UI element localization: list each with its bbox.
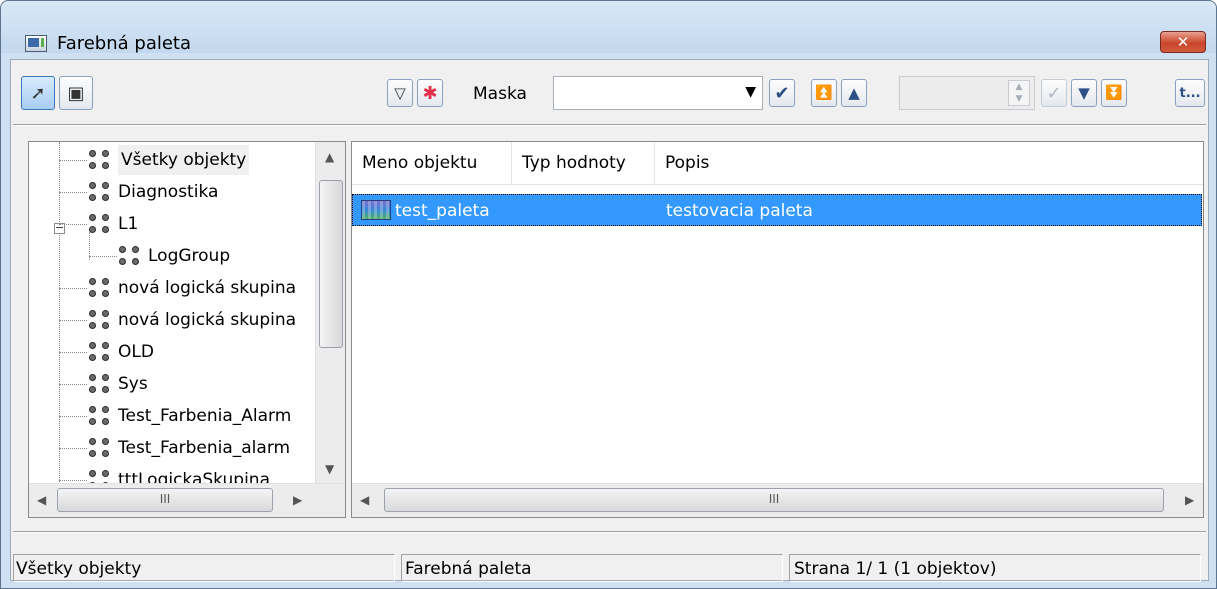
up-arrow-icon: ▲ — [848, 84, 860, 102]
tree-item-label: tttLogickaSkupina — [118, 470, 270, 484]
toolbar-divider — [13, 124, 1206, 126]
tree-item-label: Diagnostika — [118, 182, 219, 202]
tree-horizontal-scrollbar[interactable]: ◀ III ▶ — [29, 483, 345, 517]
group-tree[interactable]: − Všetky objekty Diagnostika L1 LogGroup… — [28, 141, 346, 518]
logic-group-icon — [87, 276, 113, 300]
logic-group-icon — [117, 244, 143, 268]
statusbar-divider — [13, 531, 1206, 533]
tree-item[interactable]: Všetky objekty — [59, 145, 250, 175]
scroll-up-icon[interactable]: ▲ — [325, 150, 334, 164]
scroll-thumb[interactable]: III — [384, 488, 1164, 512]
checkmark-icon: ✓ — [1046, 82, 1062, 104]
tree-item[interactable]: Test_Farbenia_alarm — [59, 433, 290, 463]
tree-item-label: Sys — [118, 374, 148, 394]
tree-item-label: nová logická skupina — [118, 278, 297, 298]
filter-button[interactable]: ▽ — [387, 79, 413, 107]
app-window: Farebná paleta ✕ ➚ ▣ ▽ ✱ Maska ▼ ✔ ⏫ ▲ ▲… — [0, 0, 1217, 589]
asterisk-icon: ✱ — [422, 82, 438, 104]
filter-icon: ▽ — [394, 84, 406, 102]
scroll-grip: III — [768, 492, 780, 506]
status-pane-page: Strana 1/ 1 (1 objektov) — [789, 554, 1201, 582]
logic-group-icon — [87, 340, 113, 364]
more-icon: t... — [1179, 85, 1201, 101]
palette-icon — [361, 200, 391, 220]
mask-label: Maska — [473, 84, 527, 104]
next-page-button[interactable]: ▼ — [1071, 79, 1097, 107]
tree-item[interactable]: Diagnostika — [59, 177, 218, 207]
confirm-mask-button[interactable]: ✔ — [769, 79, 795, 107]
column-header-name[interactable]: Meno objektu — [352, 142, 512, 185]
door-icon: ▣ — [67, 82, 85, 104]
tree-item-label: Všetky objekty — [118, 145, 250, 175]
scroll-left-icon[interactable]: ◀ — [360, 493, 369, 507]
tree-item[interactable]: Sys — [59, 369, 148, 399]
logic-group-icon — [87, 212, 113, 236]
close-button[interactable]: ✕ — [1160, 31, 1206, 53]
tree-item[interactable]: tttLogickaSkupina — [59, 465, 270, 484]
logic-group-icon — [87, 372, 113, 396]
open-button[interactable]: ▣ — [59, 76, 93, 110]
title-bar[interactable]: Farebná paleta ✕ — [1, 1, 1216, 54]
tree-item[interactable]: L1 — [59, 209, 138, 239]
object-list[interactable]: Meno objektu Typ hodnoty Popis test_pale… — [351, 141, 1204, 518]
list-header: Meno objektu Typ hodnoty Popis — [352, 142, 1203, 185]
tree-item-label: Test_Farbenia_alarm — [118, 438, 291, 458]
tree-item[interactable]: nová logická skupina — [59, 305, 296, 335]
page-spinbox[interactable]: ▲ ▼ — [899, 76, 1035, 110]
column-header-type[interactable]: Typ hodnoty — [512, 142, 655, 185]
checkmark-icon: ✔ — [774, 82, 790, 104]
last-page-icon: ⏬ — [1105, 85, 1123, 101]
tree-item[interactable]: nová logická skupina — [59, 273, 296, 303]
scroll-down-icon[interactable]: ▼ — [325, 462, 334, 476]
tree-item[interactable]: LogGroup — [89, 241, 230, 271]
row-name: test_paleta — [395, 201, 490, 221]
scroll-right-icon[interactable]: ▶ — [1185, 493, 1194, 507]
scroll-grip: III — [159, 492, 171, 506]
scroll-right-icon[interactable]: ▶ — [293, 493, 302, 507]
dropdown-arrow-icon[interactable]: ▼ — [745, 84, 756, 100]
logic-group-icon — [87, 468, 113, 484]
status-pane-group: Všetky objekty — [13, 554, 395, 582]
logic-group-icon — [87, 436, 113, 460]
pointer-icon: ➚ — [30, 82, 46, 104]
tree-item-label: OLD — [118, 342, 154, 362]
first-page-button[interactable]: ⏫ — [811, 79, 837, 107]
clear-filter-button[interactable]: ✱ — [417, 79, 443, 107]
scroll-left-icon[interactable]: ◀ — [37, 493, 46, 507]
tree-item-label: nová logická skupina — [118, 310, 297, 330]
status-pane-type: Farebná paleta — [401, 554, 783, 582]
logic-group-icon — [87, 180, 113, 204]
scroll-thumb[interactable] — [319, 180, 343, 348]
tree-item-label: Test_Farbenia_Alarm — [118, 406, 292, 426]
client-area: ➚ ▣ ▽ ✱ Maska ▼ ✔ ⏫ ▲ ▲ ▼ ✓ ▼ ⏬ t... − V… — [10, 59, 1209, 582]
down-arrow-icon: ▼ — [1078, 84, 1090, 102]
logic-group-icon — [87, 148, 113, 172]
scroll-thumb[interactable]: III — [57, 488, 273, 512]
last-page-button[interactable]: ⏬ — [1101, 79, 1127, 107]
row-description: testovacia paleta — [666, 201, 813, 221]
tree-item[interactable]: Test_Farbenia_Alarm — [59, 401, 291, 431]
tree-item[interactable]: OLD — [59, 337, 154, 367]
window-title: Farebná paleta — [57, 33, 192, 54]
first-page-icon: ⏫ — [815, 85, 833, 101]
mask-combobox[interactable]: ▼ — [553, 76, 763, 110]
table-row[interactable]: test_paleta testovacia paleta — [352, 194, 1202, 226]
tree-item-label: L1 — [118, 214, 139, 234]
tree-item-label: LogGroup — [148, 246, 231, 266]
app-icon — [25, 35, 47, 52]
logic-group-icon — [87, 308, 113, 332]
tree-vertical-scrollbar[interactable]: ▲ ▼ — [315, 142, 345, 484]
more-button[interactable]: t... — [1175, 79, 1205, 107]
column-header-description[interactable]: Popis — [655, 142, 1203, 185]
previous-page-button[interactable]: ▲ — [841, 79, 867, 107]
select-button[interactable]: ➚ — [21, 76, 55, 110]
logic-group-icon — [87, 404, 113, 428]
spin-buttons[interactable]: ▲ ▼ — [1008, 80, 1030, 106]
list-horizontal-scrollbar[interactable]: ◀ III ▶ — [352, 483, 1203, 517]
tree-content: − Všetky objekty Diagnostika L1 LogGroup… — [29, 142, 314, 484]
apply-page-button[interactable]: ✓ — [1041, 79, 1067, 107]
